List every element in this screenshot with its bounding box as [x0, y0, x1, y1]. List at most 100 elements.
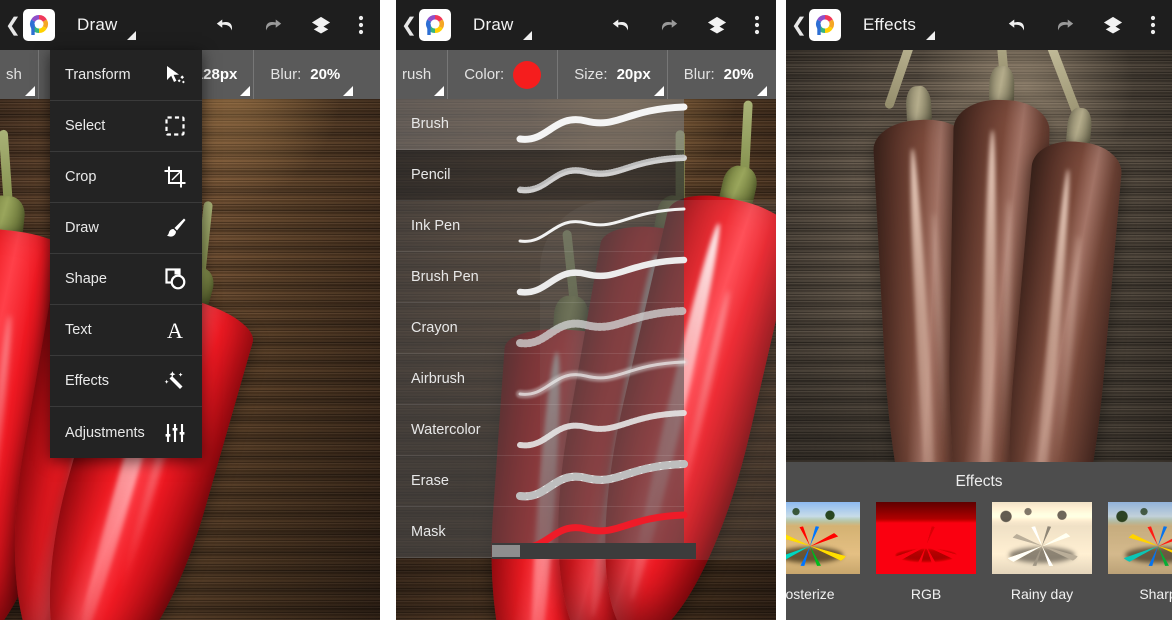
more-vertical-icon[interactable]	[1150, 14, 1156, 36]
tool-option-value: 20%	[310, 66, 341, 83]
color-swatch[interactable]	[513, 60, 542, 89]
menu-item-crop[interactable]: Crop	[50, 152, 202, 203]
menu-item-effects[interactable]: Effects	[50, 356, 202, 407]
panel-gap	[776, 0, 786, 620]
corner-triangle-icon	[926, 31, 936, 40]
corner-triangle-icon	[653, 86, 664, 96]
brush-label: Brush	[411, 116, 449, 132]
back-chevron-icon[interactable]: ❮	[401, 16, 417, 35]
tool-option-label: Blur:	[683, 66, 715, 83]
brush-item-erase[interactable]: Erase	[396, 456, 688, 507]
brush-label: Watercolor	[411, 422, 481, 438]
brush-item-pencil[interactable]: Pencil	[396, 150, 687, 201]
effect-item-sharp[interactable]: Sharp	[1108, 502, 1172, 602]
effect-thumbnail	[992, 502, 1092, 574]
sliders-icon	[162, 420, 188, 446]
menu-item-label: Crop	[65, 169, 97, 185]
app-bar-title[interactable]: Draw	[473, 15, 517, 35]
tool-option-brush[interactable]: sh	[0, 50, 39, 99]
tool-option-label: sh	[6, 66, 22, 83]
panel-draw-menu: sh C 128px Blur: 20% ❮	[0, 0, 380, 620]
panel-brush-picker: Brush Pencil Ink Pen Brush Pen Crayon Ai…	[396, 0, 776, 620]
brush-label: Brush Pen	[411, 269, 479, 285]
brush-item-brush[interactable]: Brush	[396, 99, 688, 150]
tool-option-size[interactable]: Size: 20px	[558, 50, 668, 99]
corner-triangle-icon	[434, 86, 445, 96]
menu-item-text[interactable]: Text A	[50, 305, 202, 356]
tool-option-label: Blur:	[270, 66, 302, 83]
back-chevron-icon[interactable]: ❮	[791, 16, 807, 35]
redo-icon[interactable]	[1054, 15, 1076, 35]
undo-icon[interactable]	[214, 15, 236, 35]
brush-item-crayon[interactable]: Crayon	[396, 303, 688, 354]
undo-icon[interactable]	[1006, 15, 1028, 35]
brush-item-airbrush[interactable]: Airbrush	[396, 354, 688, 405]
brush-label: Erase	[411, 473, 449, 489]
tool-option-blur[interactable]: Blur: 20%	[254, 50, 356, 99]
app-bar-title[interactable]: Draw	[77, 15, 121, 35]
effects-tray-title: Effects	[955, 473, 1003, 490]
brush-item-brush-pen[interactable]: Brush Pen	[396, 252, 688, 303]
text-a-icon: A	[162, 317, 188, 343]
transform-arrow-icon	[162, 62, 188, 88]
scrollbar-thumb[interactable]	[492, 545, 520, 557]
effects-tray: Effects osterize RGB Rainy day Shar	[786, 462, 1172, 620]
tool-option-color[interactable]: Color:	[448, 50, 559, 99]
panel-effects: Effects osterize RGB Rainy day Shar ❮ Ef…	[786, 0, 1172, 620]
effects-thumbnail-row: osterize RGB Rainy day Shar	[786, 502, 1172, 602]
menu-item-draw[interactable]: Draw	[50, 203, 202, 254]
effect-label: Rainy day	[1010, 586, 1074, 602]
corner-triangle-icon	[24, 86, 35, 96]
corner-triangle-icon	[523, 31, 533, 40]
redo-icon[interactable]	[658, 15, 680, 35]
screenshot-stage: sh C 128px Blur: 20% ❮	[0, 0, 1172, 620]
effect-item-rainy-day[interactable]: Rainy day	[992, 502, 1092, 602]
tool-option-value: 20%	[723, 66, 754, 83]
brush-label: Airbrush	[411, 371, 465, 387]
effect-label: Sharp	[1139, 586, 1172, 602]
effect-item-posterize[interactable]: osterize	[786, 502, 860, 602]
effect-item-rgb[interactable]: RGB	[876, 502, 976, 602]
brush-label: Crayon	[411, 320, 458, 336]
effect-label: osterize	[786, 586, 835, 602]
menu-item-label: Draw	[65, 220, 99, 236]
redo-icon[interactable]	[262, 15, 284, 35]
tool-option-brush[interactable]: rush	[396, 50, 449, 99]
panel-gap	[380, 0, 396, 620]
corner-triangle-icon	[127, 31, 137, 40]
menu-item-label: Text	[65, 322, 92, 338]
more-vertical-icon[interactable]	[358, 14, 364, 36]
magic-wand-icon	[162, 368, 188, 394]
menu-item-transform[interactable]: Transform	[50, 50, 202, 101]
brush-item-ink-pen[interactable]: Ink Pen	[396, 201, 686, 252]
picsart-logo-icon[interactable]	[419, 9, 451, 41]
back-chevron-icon[interactable]: ❮	[5, 16, 21, 35]
more-vertical-icon[interactable]	[754, 14, 760, 36]
effect-thumbnail	[786, 502, 860, 574]
brush-list-horizontal-scrollbar[interactable]	[492, 543, 696, 559]
app-bar-middle: ❮ Draw	[396, 0, 776, 50]
brush-stroke-preview	[516, 307, 688, 348]
corner-triangle-icon	[240, 86, 251, 96]
layers-icon[interactable]	[706, 15, 728, 35]
tool-option-label: Size:	[574, 66, 608, 83]
layers-icon[interactable]	[310, 15, 332, 35]
brush-stroke-preview	[518, 207, 686, 243]
picsart-logo-icon[interactable]	[809, 9, 841, 41]
menu-item-label: Effects	[65, 373, 110, 389]
app-bar-right: ❮ Effects	[786, 0, 1172, 50]
menu-item-adjustments[interactable]: Adjustments	[50, 407, 202, 458]
brush-item-watercolor[interactable]: Watercolor	[396, 405, 687, 456]
app-bar-title[interactable]: Effects	[863, 15, 920, 35]
layers-icon[interactable]	[1102, 15, 1124, 35]
tool-option-blur[interactable]: Blur: 20%	[668, 50, 770, 99]
tool-option-value: 20px	[616, 66, 651, 83]
brush-label: Pencil	[411, 167, 451, 183]
menu-item-shape[interactable]: Shape	[50, 254, 202, 305]
brush-stroke-preview	[516, 103, 688, 143]
picsart-logo-icon[interactable]	[23, 9, 55, 41]
marquee-select-icon	[162, 113, 188, 139]
undo-icon[interactable]	[610, 15, 632, 35]
menu-item-label: Adjustments	[65, 424, 145, 441]
menu-item-select[interactable]: Select	[50, 101, 202, 152]
